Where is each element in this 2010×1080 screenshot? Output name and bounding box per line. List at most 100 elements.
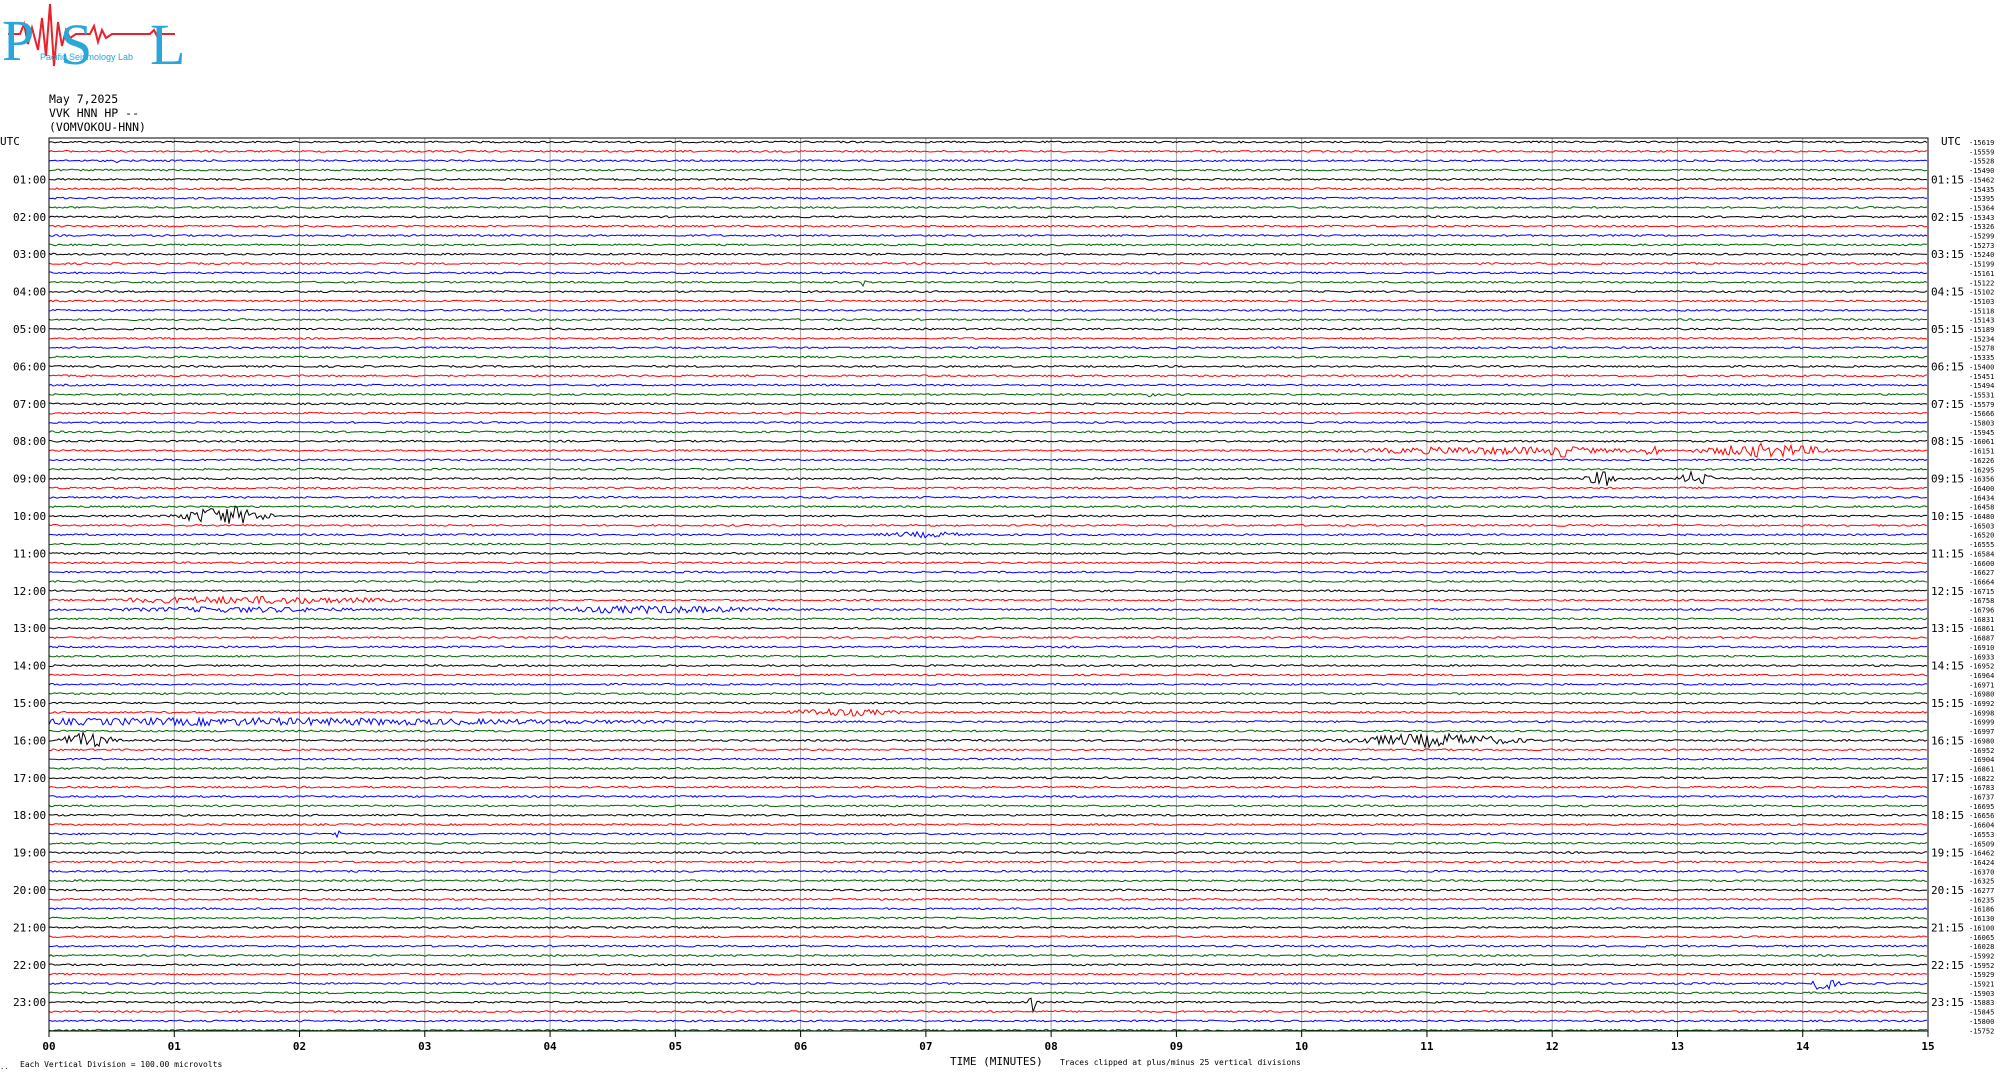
offset-label: -16887 (1969, 635, 1994, 643)
offset-label: -16509 (1969, 840, 1994, 848)
hour-label: 01:00 (13, 173, 46, 186)
seismic-trace (48, 925, 1928, 929)
hour-label: 12:00 (13, 585, 46, 598)
offset-label: -15883 (1969, 999, 1994, 1007)
hour-label-right: 10:15 (1931, 510, 1964, 523)
seismic-trace (48, 730, 1928, 750)
seismic-trace (49, 168, 1928, 172)
seismic-trace (48, 617, 1928, 621)
hour-label: 16:00 (13, 734, 46, 747)
hour-label: 02:00 (13, 211, 46, 224)
offset-label: -16100 (1969, 924, 1994, 932)
offset-label: -15103 (1969, 298, 1994, 306)
offset-label: -16295 (1969, 466, 1994, 474)
seismic-trace (48, 505, 1928, 509)
offset-label: -15278 (1969, 345, 1994, 353)
hour-label-right: 02:15 (1931, 211, 1964, 224)
x-tick-label: 14 (1796, 1040, 1810, 1053)
hour-label-right: 22:15 (1931, 959, 1964, 972)
seismic-trace (48, 748, 1928, 752)
offset-label: -16999 (1969, 719, 1994, 727)
seismic-trace (49, 402, 1928, 406)
seismic-trace (48, 997, 1928, 1014)
seismic-trace (48, 953, 1928, 958)
x-tick-label: 07 (919, 1040, 932, 1053)
offset-label: -16604 (1969, 822, 1994, 830)
offset-label: -16424 (1969, 859, 1994, 867)
x-tick-label: 00 (42, 1040, 55, 1053)
seismic-trace (48, 290, 1928, 294)
hour-label: 05:00 (13, 323, 46, 336)
seismic-trace (48, 860, 1927, 864)
seismic-trace (48, 467, 1928, 471)
offset-label: -16910 (1969, 644, 1994, 652)
hour-label-right: 19:15 (1931, 847, 1964, 860)
offset-label: -15122 (1969, 279, 1994, 287)
x-tick-label: 03 (418, 1040, 431, 1053)
seismic-trace (48, 701, 1928, 705)
left-hour-axis: 01:00 02:00 03:00 04:00 05:00 06:00 07:00 08:00… (13, 173, 46, 1009)
seismic-traces (48, 140, 1928, 1032)
hour-label-right: 01:15 (1931, 173, 1964, 186)
hour-label: 08:00 (13, 435, 46, 448)
seismic-trace (48, 916, 1928, 920)
seismic-trace (48, 707, 1928, 717)
x-tick-label: 04 (543, 1040, 557, 1053)
clip-note: Traces clipped at plus/minus 25 vertical… (1060, 1058, 1301, 1067)
offset-label: -15234 (1969, 335, 1994, 343)
offset-label: -16627 (1969, 569, 1994, 577)
offset-label: -16971 (1969, 681, 1994, 689)
seismic-trace (48, 233, 1928, 238)
seismic-trace (48, 187, 1928, 191)
offset-label: -15395 (1969, 195, 1994, 203)
seismic-trace (48, 318, 1928, 322)
seismic-trace (48, 411, 1928, 415)
seismic-trace (48, 392, 1928, 398)
seismic-trace (48, 551, 1928, 555)
offset-label: -15189 (1969, 326, 1994, 334)
x-tick-label: 15 (1921, 1040, 1934, 1053)
hour-label: 13:00 (13, 622, 46, 635)
hour-label-right: 05:15 (1931, 323, 1964, 336)
hour-label-right: 18:15 (1931, 809, 1964, 822)
seismic-trace (48, 830, 1928, 839)
offset-label: -15240 (1969, 251, 1994, 259)
x-tick-label: 06 (794, 1040, 808, 1053)
hour-label: 06:00 (13, 360, 46, 373)
vertical-division-note: Each Vertical Division = 100.00 microvol… (20, 1060, 222, 1069)
hour-label: 20:00 (13, 884, 46, 897)
offset-label: -15343 (1969, 214, 1994, 222)
seismic-trace (48, 561, 1928, 565)
seismic-trace (48, 355, 1928, 359)
offset-label: -16831 (1969, 616, 1994, 624)
offset-label: -16235 (1969, 896, 1994, 904)
offset-label: -16998 (1969, 709, 1994, 717)
offset-label: -16277 (1969, 887, 1994, 895)
x-tick-label: 11 (1420, 1040, 1434, 1053)
seismic-trace (48, 196, 1927, 200)
offset-label: -15494 (1969, 382, 1994, 390)
offset-label: -15929 (1969, 971, 1994, 979)
hour-label-right: 20:15 (1931, 884, 1964, 897)
offset-label: -16028 (1969, 943, 1994, 951)
offset-label: -15199 (1969, 261, 1994, 269)
hour-label-right: 12:15 (1931, 585, 1964, 598)
seismic-trace (48, 346, 1928, 350)
x-tick-label: 09 (1170, 1040, 1183, 1053)
offset-label: -16226 (1969, 457, 1994, 465)
hour-label-right: 08:15 (1931, 435, 1964, 448)
offset-label: -16904 (1969, 756, 1994, 764)
offset-label: -16664 (1969, 579, 1994, 587)
seismic-trace (49, 664, 1928, 668)
offset-label: -16737 (1969, 794, 1994, 802)
offset-label: -16952 (1969, 747, 1994, 755)
seismic-trace (48, 1010, 1928, 1014)
seismic-trace (48, 469, 1928, 486)
x-tick-label: 12 (1546, 1040, 1559, 1053)
seismic-trace (48, 851, 1928, 855)
seismic-trace (48, 645, 1928, 649)
offset-label: -15800 (1969, 1018, 1994, 1026)
offset-label: -15579 (1969, 401, 1994, 409)
offset-label: -15903 (1969, 990, 1994, 998)
seismic-trace (48, 813, 1928, 817)
